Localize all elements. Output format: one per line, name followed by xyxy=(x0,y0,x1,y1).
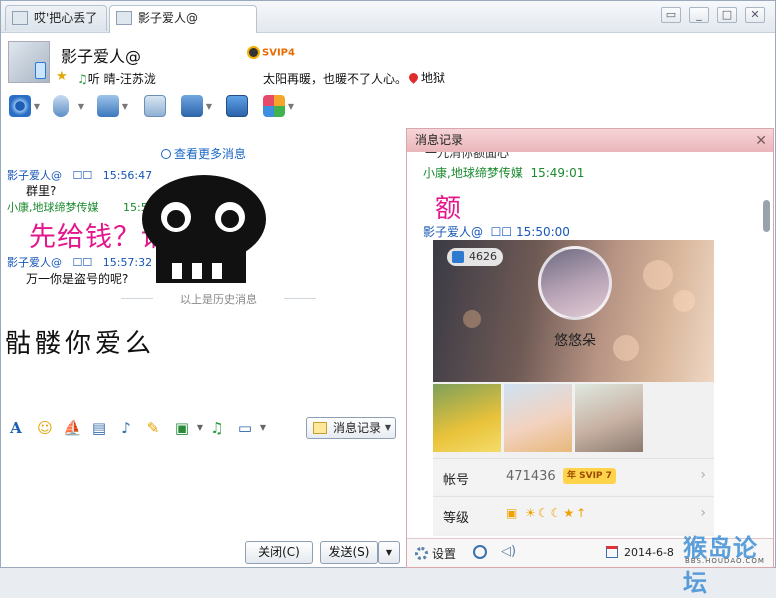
star-icon[interactable]: ★ xyxy=(56,69,68,84)
shake-icon[interactable]: ⛵ xyxy=(63,419,82,437)
send-button[interactable]: 发送(S) xyxy=(320,541,378,564)
music-status[interactable]: ♫听 晴-汪苏泷 xyxy=(77,70,156,87)
forum-watermark-url: BBS.HOUDAO.COM xyxy=(685,557,765,565)
mobile-online-icon xyxy=(35,62,46,79)
contact-avatar-icon xyxy=(116,11,132,25)
remote-desktop-icon[interactable]: ▼ xyxy=(181,95,212,117)
tab-label: 哎'把心丢了 xyxy=(34,11,98,25)
file-transfer-icon[interactable]: ▼ xyxy=(97,95,128,117)
voice-message-icon[interactable]: ♪ xyxy=(117,419,135,437)
title-bar: 哎'把心丢了 影子爱人@ ▭ _ □ ✕ xyxy=(1,1,775,33)
level-row[interactable]: 等级 ▣ ☀☾☾★↑ › xyxy=(433,496,714,532)
profile-nickname: 悠悠朵 xyxy=(554,333,596,349)
emoji-icon[interactable]: ☺ xyxy=(36,419,54,437)
tab-conversation-1[interactable]: 哎'把心丢了 xyxy=(5,5,107,31)
chevron-down-icon: ▼ xyxy=(384,423,391,432)
contact-avatar-icon xyxy=(12,11,28,25)
contact-header: 影子爱人@ SVIP4 ★ ♫听 晴-汪苏泷 太阳再暖，也暖不了人心。 地狱 xyxy=(1,34,775,92)
avatar[interactable] xyxy=(8,41,50,83)
tab-label: 影子爱人@ xyxy=(138,11,199,25)
like-count[interactable]: 4626 xyxy=(447,248,503,266)
message-text: 群里? xyxy=(26,184,57,198)
calendar-icon xyxy=(606,546,618,558)
send-options-button[interactable]: ▼ xyxy=(378,541,400,564)
location: 地狱 xyxy=(407,69,445,86)
history-icon xyxy=(313,422,327,434)
contact-name[interactable]: 影子爱人@ xyxy=(61,43,141,67)
thumbs-up-icon xyxy=(452,251,464,263)
maximize-button[interactable]: □ xyxy=(717,7,737,23)
chevron-down-icon[interactable]: ▼ xyxy=(191,419,209,437)
action-toolbar: ▼ ▼ ▼ ▼ ▼ xyxy=(1,93,301,121)
skull-sticker xyxy=(142,175,266,283)
message-input[interactable]: 骷髅你爱么 xyxy=(5,323,155,360)
voice-call-icon[interactable]: ▼ xyxy=(53,95,84,117)
video-call-icon[interactable]: ▼ xyxy=(9,95,40,117)
clock-icon xyxy=(161,149,171,159)
penguin-icon xyxy=(247,46,260,59)
music-share-icon[interactable]: ♫ xyxy=(208,419,226,437)
font-icon[interactable]: A xyxy=(7,419,25,437)
photo-thumbnail[interactable] xyxy=(504,384,572,452)
send-image-icon[interactable]: ▣ xyxy=(173,419,191,437)
minimize-button[interactable]: _ xyxy=(689,7,709,23)
photo-thumbnail[interactable] xyxy=(575,384,643,452)
history-content: 一九消你额面心 小康,地球缔梦传媒 15:49:01 额 影子爱人@ ☐☐ 15… xyxy=(407,152,773,538)
close-icon[interactable]: ✕ xyxy=(755,130,767,153)
history-divider: 以上是历史消息 xyxy=(121,291,316,307)
speaker-icon[interactable]: ◁) xyxy=(501,544,516,559)
date-picker[interactable]: 2014-6-8 xyxy=(606,546,674,559)
doodle-icon[interactable]: ✎ xyxy=(144,419,162,437)
photo-strip xyxy=(433,384,714,454)
message-text: 额 xyxy=(435,194,462,224)
history-panel: 消息记录 ✕ 一九消你额面心 小康,地球缔梦传媒 15:49:01 额 影子爱人… xyxy=(406,128,774,568)
create-discussion-icon[interactable] xyxy=(144,95,166,117)
message-header: 影子爱人@ ☐☐ 15:50:00 xyxy=(423,225,570,239)
photo-thumbnail[interactable] xyxy=(433,384,501,452)
svip-badge: 年 SVIP 7 xyxy=(563,468,616,484)
close-window-button[interactable]: ✕ xyxy=(745,7,765,23)
history-panel-title: 消息记录 ✕ xyxy=(407,129,773,152)
message-text: 万一你是盗号的呢? xyxy=(26,272,129,286)
profile-card[interactable]: 4626 悠悠朵 帐号 471436 年 SVIP 7 › 等级 ▣ ☀☾☾★↑… xyxy=(433,240,714,536)
skin-button[interactable]: ▭ xyxy=(661,7,681,23)
settings-button[interactable]: 设置 xyxy=(415,545,456,562)
chevron-right-icon: › xyxy=(700,467,706,483)
message-header: 小康,地球缔梦传媒 15:49:01 xyxy=(423,166,585,180)
screen-share-icon[interactable] xyxy=(226,95,248,117)
video-clip-icon[interactable]: ▤ xyxy=(90,419,108,437)
headphones-icon: ♫ xyxy=(77,72,88,86)
message-history-button[interactable]: 消息记录 ▼ xyxy=(306,417,396,439)
profile-avatar xyxy=(538,246,612,320)
chat-window: 哎'把心丢了 影子爱人@ ▭ _ □ ✕ 影子爱人@ SVIP4 ★ ♫听 晴-… xyxy=(0,0,776,597)
location-pin-icon xyxy=(407,71,420,84)
gear-icon xyxy=(415,547,428,560)
apps-icon[interactable]: ▼ xyxy=(263,95,294,117)
more-messages-link[interactable]: 查看更多消息 xyxy=(161,145,246,162)
truncated-message: 一九消你额面心 xyxy=(425,152,510,160)
account-row[interactable]: 帐号 471436 年 SVIP 7 › xyxy=(433,458,714,494)
screenshot-icon[interactable]: ▭ xyxy=(236,419,254,437)
scrollbar-thumb[interactable] xyxy=(763,200,770,232)
tab-conversation-2[interactable]: 影子爱人@ xyxy=(109,5,257,33)
svip-badge[interactable]: SVIP4 xyxy=(247,46,295,59)
signature-text: 太阳再暖，也暖不了人心。 xyxy=(263,72,408,86)
chevron-right-icon: › xyxy=(700,505,706,521)
search-icon[interactable] xyxy=(473,545,487,559)
chevron-down-icon[interactable]: ▼ xyxy=(254,419,272,437)
level-icons: ▣ ☀☾☾★↑ xyxy=(506,506,589,520)
close-button[interactable]: 关闭(C) xyxy=(245,541,313,564)
